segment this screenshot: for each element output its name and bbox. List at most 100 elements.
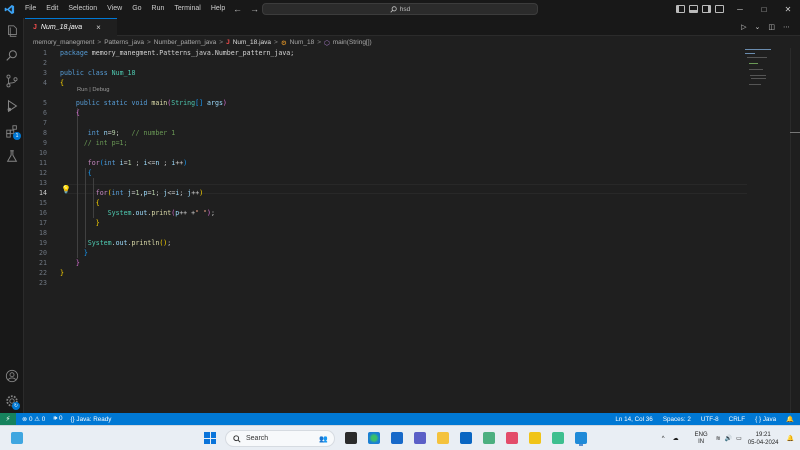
menu-help[interactable]: Help <box>206 0 230 18</box>
menu-file[interactable]: File <box>20 0 41 18</box>
search-placeholder: Search <box>246 435 269 442</box>
breadcrumb-separator: > <box>274 39 278 46</box>
search-icon[interactable] <box>5 49 19 63</box>
search-highlight-icon: 👥 <box>319 435 328 443</box>
problems-indicator[interactable]: ⊗ 0 ⚠ 0 <box>22 416 45 423</box>
layout-controls <box>676 0 724 18</box>
minimize-icon[interactable]: ─ <box>728 5 752 14</box>
toggle-secondary-sidebar-icon[interactable] <box>702 5 711 13</box>
vscode-logo-icon <box>0 0 18 18</box>
code-line: 17 } <box>39 219 100 227</box>
encoding[interactable]: UTF-8 <box>701 416 719 423</box>
system-tray: ^ ☁ ENG IN ≋ 🔊 ▭ 19:21 05-04-2024 🔔 <box>662 426 800 450</box>
split-editor-icon[interactable]: ◫ <box>768 23 775 31</box>
language-indicator[interactable]: ENG IN <box>695 432 708 446</box>
code-line: 14 for(int j=1,p=1; j<=i; j++) <box>39 189 204 197</box>
settings-badge: ↻ <box>12 402 20 410</box>
notification-center-icon[interactable]: 🔔 <box>787 435 794 442</box>
run-debug-icon[interactable] <box>5 99 19 113</box>
app-icon[interactable] <box>506 432 518 444</box>
menu-edit[interactable]: Edit <box>41 0 63 18</box>
remote-indicator-icon[interactable]: ⚡ <box>0 413 16 425</box>
start-button-icon[interactable] <box>204 432 216 444</box>
breadcrumb: memory_manegment > Patterns_java > Numbe… <box>25 37 800 48</box>
breadcrumb-item[interactable]: memory_manegment <box>33 39 94 46</box>
task-view-icon[interactable] <box>345 432 357 444</box>
code-line: 4{ <box>43 79 64 87</box>
linkedin-icon[interactable] <box>460 432 472 444</box>
chevron-up-icon[interactable]: ^ <box>662 436 665 442</box>
taskbar-search[interactable]: Search 👥 <box>225 430 335 447</box>
line-endings[interactable]: CRLF <box>729 416 745 423</box>
account-icon[interactable] <box>5 369 19 383</box>
menu-go[interactable]: Go <box>127 0 146 18</box>
settings-icon[interactable]: ↻ <box>5 394 20 410</box>
explorer-icon[interactable] <box>5 24 19 38</box>
code-line: 22} <box>39 269 64 277</box>
command-center-search[interactable]: hsd <box>262 3 538 15</box>
menu-run[interactable]: Run <box>147 0 170 18</box>
code-line: 6 { <box>43 109 80 117</box>
more-actions-icon[interactable]: ⋯ <box>783 23 790 31</box>
scrollbar-cursor-marker <box>790 132 800 133</box>
close-tab-icon[interactable]: × <box>96 23 101 32</box>
tab-label: Num_18.java <box>40 24 83 31</box>
testing-icon[interactable] <box>5 149 19 163</box>
volume-icon[interactable]: 🔊 <box>725 435 732 442</box>
code-line: 9 // int p=1; <box>43 139 128 147</box>
code-line: 11 for(int i=1 ; i<=n ; i++) <box>39 159 188 167</box>
run-file-icon[interactable]: ▷ <box>741 23 746 31</box>
extensions-icon[interactable]: 1 <box>5 124 21 140</box>
wifi-icon[interactable]: ≋ <box>716 435 721 442</box>
vscode-taskbar-icon[interactable] <box>575 432 587 444</box>
breadcrumb-method[interactable]: main(String[]) <box>333 39 372 46</box>
menu-selection[interactable]: Selection <box>63 0 102 18</box>
arrow-right-icon[interactable]: → <box>250 4 259 14</box>
breadcrumb-item[interactable]: Number_pattern_java <box>154 39 217 46</box>
menu-bar: File Edit Selection View Go Run Terminal… <box>20 0 230 18</box>
minimap[interactable] <box>745 48 775 88</box>
source-control-icon[interactable] <box>5 74 19 88</box>
menu-terminal[interactable]: Terminal <box>169 0 205 18</box>
code-line: 5 public static void main(String[] args) <box>43 99 227 107</box>
ports-indicator[interactable]: 🕪 0 <box>53 415 62 423</box>
edge-browser-icon[interactable] <box>368 432 380 444</box>
clock[interactable]: 19:21 05-04-2024 <box>748 431 779 447</box>
arrow-left-icon[interactable]: ← <box>233 4 242 14</box>
close-window-icon[interactable]: ✕ <box>776 5 800 14</box>
breadcrumb-class[interactable]: Num_18 <box>290 39 315 46</box>
breadcrumb-separator: > <box>317 39 322 46</box>
breadcrumb-separator: > <box>146 39 151 46</box>
widgets-icon[interactable] <box>11 432 23 444</box>
language-mode[interactable]: { } Java <box>755 416 776 423</box>
menu-view[interactable]: View <box>102 0 127 18</box>
app-icon[interactable] <box>552 432 564 444</box>
chevron-down-icon[interactable]: ⌄ <box>755 23 761 31</box>
code-line: 23 <box>39 279 47 287</box>
file-explorer-icon[interactable] <box>437 432 449 444</box>
code-line: 15 { <box>39 199 100 207</box>
battery-icon[interactable]: ▭ <box>736 435 742 442</box>
notifications-bell-icon[interactable]: 🔔 <box>786 415 794 423</box>
vertical-scrollbar[interactable] <box>790 48 800 413</box>
teams-icon[interactable] <box>414 432 426 444</box>
breadcrumb-file[interactable]: Num_18.java <box>233 39 271 46</box>
tab-num-18-java[interactable]: J Num_18.java × <box>25 18 117 36</box>
app-icon[interactable] <box>529 432 541 444</box>
indentation[interactable]: Spaces: 2 <box>663 416 691 423</box>
cursor-position[interactable]: Ln 14, Col 36 <box>615 416 652 423</box>
toggle-primary-sidebar-icon[interactable] <box>676 5 685 13</box>
customize-layout-icon[interactable] <box>715 5 724 13</box>
java-status[interactable]: {} Java: Ready <box>70 416 111 423</box>
code-line: 3 public class Num_18 <box>43 69 136 77</box>
toggle-panel-icon[interactable] <box>689 5 698 13</box>
app-icon[interactable] <box>483 432 495 444</box>
onedrive-icon[interactable]: ☁ <box>673 435 679 442</box>
breadcrumb-item[interactable]: Patterns_java <box>104 39 144 46</box>
code-line: 12 { <box>39 169 92 177</box>
code-line: 21 } <box>39 259 80 267</box>
maximize-icon[interactable]: □ <box>752 5 776 14</box>
store-icon[interactable] <box>391 432 403 444</box>
code-editor[interactable]: Run | Debug 💡 1 package memory_manegment.… <box>25 48 800 413</box>
search-text: hsd <box>399 5 411 13</box>
